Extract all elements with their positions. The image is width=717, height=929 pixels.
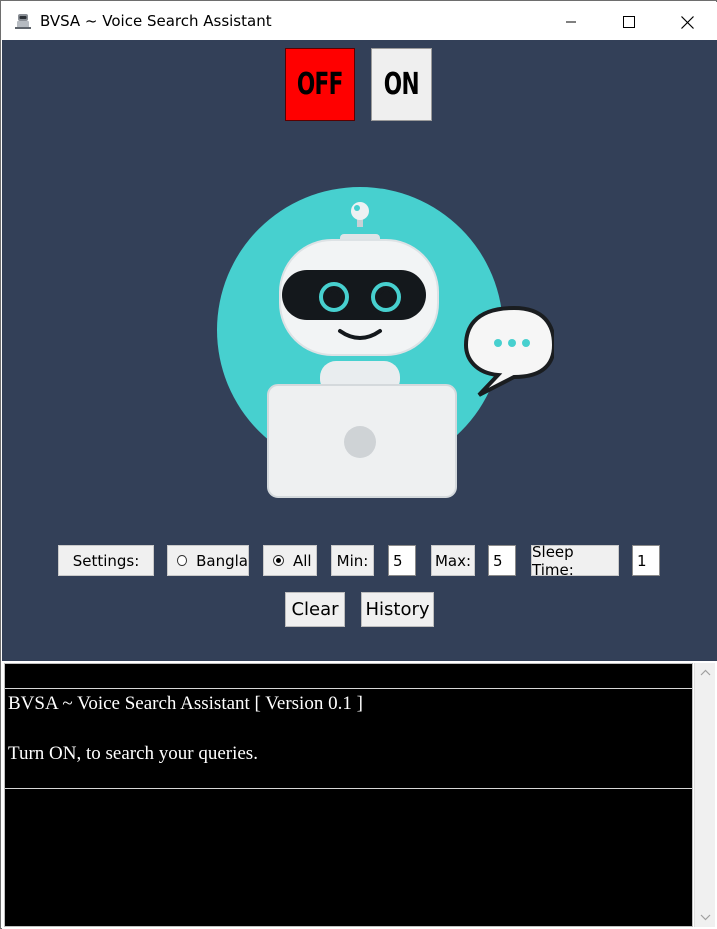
scroll-down-icon[interactable] <box>695 909 716 925</box>
minimize-button[interactable] <box>542 3 600 41</box>
maximize-icon <box>623 16 635 28</box>
history-button[interactable]: History <box>361 592 434 627</box>
radio-all-label: All <box>293 551 312 570</box>
off-button[interactable]: OFF <box>285 48 355 121</box>
sleep-value: 1 <box>637 551 647 570</box>
min-value: 5 <box>393 551 403 570</box>
console-line-instruction: Turn ON, to search your queries. <box>8 743 258 764</box>
console-divider <box>5 788 692 789</box>
console-area: BVSA ~ Voice Search Assistant [ Version … <box>2 661 717 929</box>
clear-label: Clear <box>291 599 339 620</box>
clear-button[interactable]: Clear <box>285 592 345 627</box>
history-label: History <box>365 599 430 620</box>
radio-bangla[interactable]: Bangla <box>167 545 249 576</box>
app-window: BVSA ~ Voice Search Assistant OFF ON Set… <box>0 0 717 929</box>
close-icon <box>680 15 694 29</box>
close-button[interactable] <box>658 3 716 41</box>
settings-row: Settings: Bangla All Min: 5 Max: 5 Sleep… <box>2 542 717 579</box>
robot-icon <box>15 14 31 29</box>
radio-bangla-label: Bangla <box>196 551 248 570</box>
scroll-up-icon[interactable] <box>695 665 716 681</box>
off-label: OFF <box>297 67 343 102</box>
max-value: 5 <box>493 551 503 570</box>
console-scrollbar[interactable] <box>694 663 715 927</box>
settings-button[interactable]: Settings: <box>58 545 154 576</box>
output-console[interactable]: BVSA ~ Voice Search Assistant [ Version … <box>4 663 693 927</box>
on-button[interactable]: ON <box>371 48 432 121</box>
console-line-version: BVSA ~ Voice Search Assistant [ Version … <box>8 693 363 714</box>
min-label-box: Min: <box>331 545 374 576</box>
on-label: ON <box>383 67 420 102</box>
min-label: Min: <box>336 551 369 570</box>
minimize-icon <box>566 21 576 23</box>
max-label-box: Max: <box>431 545 475 576</box>
console-divider <box>5 688 692 689</box>
sleep-label: Sleep Time: <box>532 542 574 579</box>
window-title: BVSA ~ Voice Search Assistant <box>40 12 272 30</box>
radio-all[interactable]: All <box>263 545 317 576</box>
radio-selected-icon <box>273 555 284 566</box>
max-input[interactable]: 5 <box>488 545 516 576</box>
min-input[interactable]: 5 <box>388 545 416 576</box>
max-label: Max: <box>434 551 472 570</box>
radio-icon <box>177 555 188 566</box>
main-panel: OFF ON Settings: Bangla All Min: 5 Max: … <box>2 40 717 661</box>
robot-illustration <box>217 187 554 498</box>
maximize-button[interactable] <box>600 3 658 41</box>
title-bar[interactable]: BVSA ~ Voice Search Assistant <box>2 2 717 40</box>
sleep-label-box: Sleep Time: <box>531 542 619 579</box>
sleep-input[interactable]: 1 <box>632 545 660 576</box>
settings-label: Settings: <box>72 551 140 570</box>
